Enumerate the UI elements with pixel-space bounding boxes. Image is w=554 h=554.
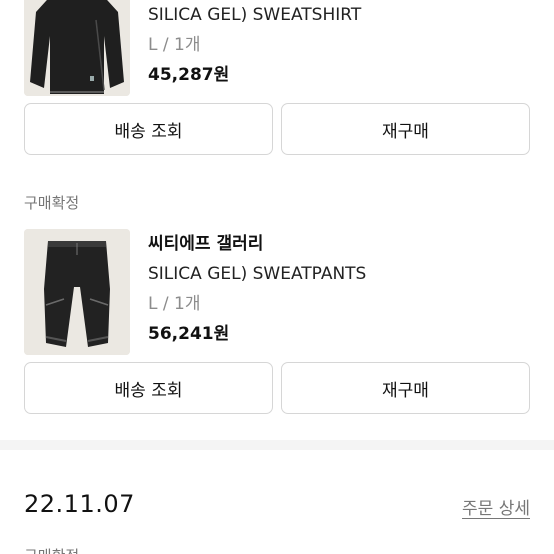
product-price: 56,241원 — [148, 324, 230, 344]
product-option: L / 1개 — [148, 35, 201, 55]
product-info: 씨티에프 갤러리 SILICA GEL) SWEATPANTS L / 1개 5… — [148, 229, 528, 349]
order-item-sweatpants[interactable]: 씨티에프 갤러리 SILICA GEL) SWEATPANTS L / 1개 5… — [24, 229, 530, 355]
sweatshirt-image — [24, 0, 130, 96]
product-name[interactable]: SILICA GEL) SWEATPANTS — [148, 259, 528, 289]
order-list-page: SILICA GEL) SWEATSHIRT L / 1개 45,287원 배송… — [0, 0, 554, 554]
section-divider — [0, 440, 554, 450]
order-status: 구매확정 — [24, 545, 79, 554]
order-detail-link[interactable]: 주문 상세 — [462, 494, 530, 519]
product-price: 45,287원 — [148, 65, 230, 85]
rebuy-button[interactable]: 재구매 — [281, 362, 530, 414]
product-thumbnail-sweatpants[interactable] — [24, 229, 130, 355]
product-brand[interactable]: 씨티에프 갤러리 — [148, 229, 528, 259]
product-info: SILICA GEL) SWEATSHIRT L / 1개 45,287원 — [148, 0, 528, 90]
order-status: 구매확정 — [24, 194, 80, 212]
order-item-sweatshirt[interactable]: SILICA GEL) SWEATSHIRT L / 1개 45,287원 — [24, 0, 530, 96]
rebuy-button[interactable]: 재구매 — [281, 103, 530, 155]
order-date: 22.11.07 — [24, 490, 135, 518]
product-thumbnail-sweatshirt[interactable] — [24, 0, 130, 96]
track-delivery-button[interactable]: 배송 조회 — [24, 103, 273, 155]
track-delivery-button[interactable]: 배송 조회 — [24, 362, 273, 414]
product-name[interactable]: SILICA GEL) SWEATSHIRT — [148, 0, 528, 30]
sweatpants-image — [24, 229, 130, 355]
product-option: L / 1개 — [148, 294, 201, 314]
